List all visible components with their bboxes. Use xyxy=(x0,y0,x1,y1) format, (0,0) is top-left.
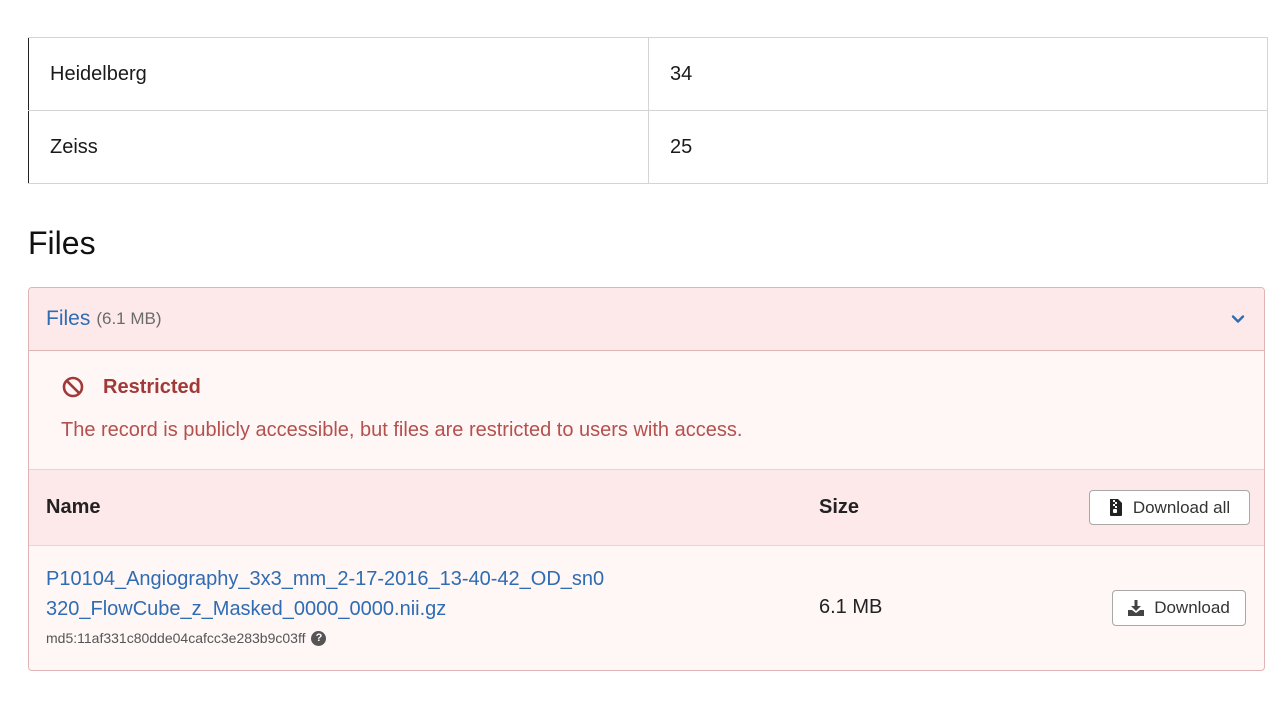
download-label: Download xyxy=(1154,598,1230,617)
stats-table: Heidelberg 34 Zeiss 25 xyxy=(28,37,1268,184)
download-all-button[interactable]: Download all xyxy=(1089,490,1250,525)
restricted-title: Restricted xyxy=(103,375,201,398)
ban-icon xyxy=(62,376,84,398)
table-row: P10104_Angiography_3x3_mm_2-17-2016_13-4… xyxy=(29,546,1264,670)
files-heading: Files xyxy=(28,225,96,261)
table-cell-value: 34 xyxy=(648,37,1268,111)
files-panel-title: Files xyxy=(46,307,91,330)
table-cell-value: 25 xyxy=(648,110,1268,184)
download-icon xyxy=(1128,600,1145,616)
table-row: Zeiss 25 xyxy=(28,110,1268,184)
question-circle-icon[interactable]: ? xyxy=(311,630,327,646)
table-cell-label: Heidelberg xyxy=(28,37,649,111)
table-cell-label: Zeiss xyxy=(28,110,649,184)
files-accordion-header[interactable]: Files (6.1 MB) xyxy=(29,288,1264,351)
restricted-title-row: Restricted xyxy=(61,375,1264,399)
file-archive-icon xyxy=(1109,499,1122,516)
restricted-notice: Restricted The record is publicly access… xyxy=(29,351,1264,470)
file-checksum: md5:11af331c80dde04cafcc3e283b9c03ff ? xyxy=(46,630,327,646)
file-name-link[interactable]: P10104_Angiography_3x3_mm_2-17-2016_13-4… xyxy=(46,564,606,624)
files-table-header: Name Size Download all xyxy=(29,470,1264,546)
file-md5-text: md5:11af331c80dde04cafcc3e283b9c03ff xyxy=(46,630,306,646)
restricted-message: The record is publicly accessible, but f… xyxy=(61,419,743,441)
column-header-size: Size xyxy=(819,496,860,518)
file-size: 6.1 MB xyxy=(819,596,883,618)
chevron-down-icon[interactable] xyxy=(1230,311,1246,327)
files-total-size: (6.1 MB) xyxy=(96,309,162,328)
column-header-name: Name xyxy=(46,496,101,518)
download-all-label: Download all xyxy=(1132,497,1231,517)
page: Heidelberg 34 Zeiss 25 Files Files (6.1 … xyxy=(0,0,1285,709)
files-panel: Files (6.1 MB) Restricted The record is … xyxy=(28,287,1265,671)
download-button[interactable]: Download xyxy=(1112,590,1246,626)
table-row: Heidelberg 34 xyxy=(28,37,1268,111)
